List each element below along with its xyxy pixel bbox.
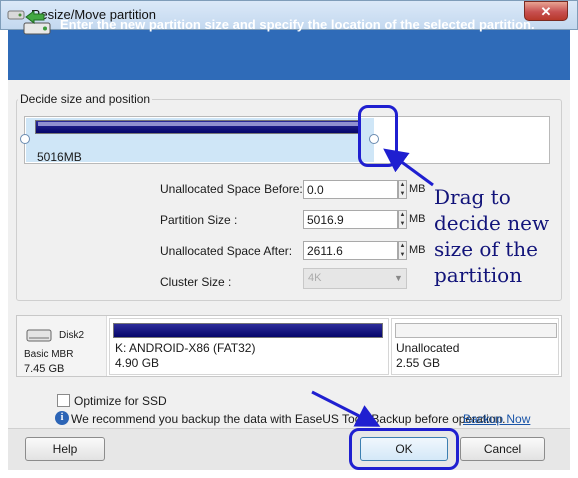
optimize-ssd-label[interactable]: Optimize for SSD (74, 394, 167, 408)
disk-size: 7.45 GB (24, 363, 65, 375)
volume-unallocated-size: 2.55 GB (396, 356, 441, 370)
handle-highlight-ring (358, 105, 398, 167)
unallocated-after-spinner[interactable]: ▲ ▼ (398, 241, 407, 260)
info-icon: i (55, 411, 69, 425)
disk-name: Disk2 (59, 330, 85, 341)
partition-size-label: Partition Size : (160, 213, 238, 227)
volume-unallocated-bar (395, 323, 557, 338)
partition-resize-icon (22, 9, 54, 39)
header-instruction: Enter the new partition size and specify… (60, 17, 535, 32)
header-band (8, 30, 570, 80)
unallocated-after-unit: MB (409, 244, 426, 256)
disk-icon (26, 328, 52, 342)
annotation-callout: Drag to decide new size of the partition (434, 185, 550, 287)
unallocated-after-label: Unallocated Space After: (160, 244, 293, 258)
volume-k-size: 4.90 GB (115, 356, 160, 370)
partition-size-spinner[interactable]: ▲ ▼ (398, 210, 407, 229)
close-icon: ✕ (540, 4, 552, 19)
disk-type: Basic MBR (24, 349, 74, 360)
partition-bar-highlight (38, 122, 358, 126)
help-button[interactable]: Help (25, 437, 105, 461)
partition-size-readout: 5016MB (37, 150, 82, 164)
unallocated-after-input[interactable]: 2611.6 (303, 241, 398, 260)
cancel-button[interactable]: Cancel (460, 437, 545, 461)
partition-size-unit: MB (409, 213, 426, 225)
optimize-ssd-checkbox[interactable] (57, 394, 70, 407)
chevron-down-icon: ▼ (394, 273, 403, 283)
unallocated-before-label: Unallocated Space Before: (160, 182, 303, 196)
cluster-size-label: Cluster Size : (160, 275, 232, 289)
unallocated-before-unit: MB (409, 183, 426, 195)
backup-now-link[interactable]: Backup Now (463, 412, 530, 426)
resize-handle-left[interactable] (20, 134, 30, 144)
backup-recommendation: We recommend you backup the data with Ea… (71, 412, 506, 426)
partition-size-input[interactable]: 5016.9 (303, 210, 398, 229)
volume-k-usage-bar (113, 323, 383, 338)
size-position-group-label: Decide size and position (18, 92, 153, 106)
ok-highlight-ring (349, 428, 459, 470)
unallocated-before-spinner[interactable]: ▲ ▼ (398, 180, 407, 199)
volume-unallocated-name: Unallocated (396, 341, 460, 355)
unallocated-before-input[interactable]: 0.0 (303, 180, 398, 199)
volume-k-name: K: ANDROID-X86 (FAT32) (115, 341, 256, 355)
